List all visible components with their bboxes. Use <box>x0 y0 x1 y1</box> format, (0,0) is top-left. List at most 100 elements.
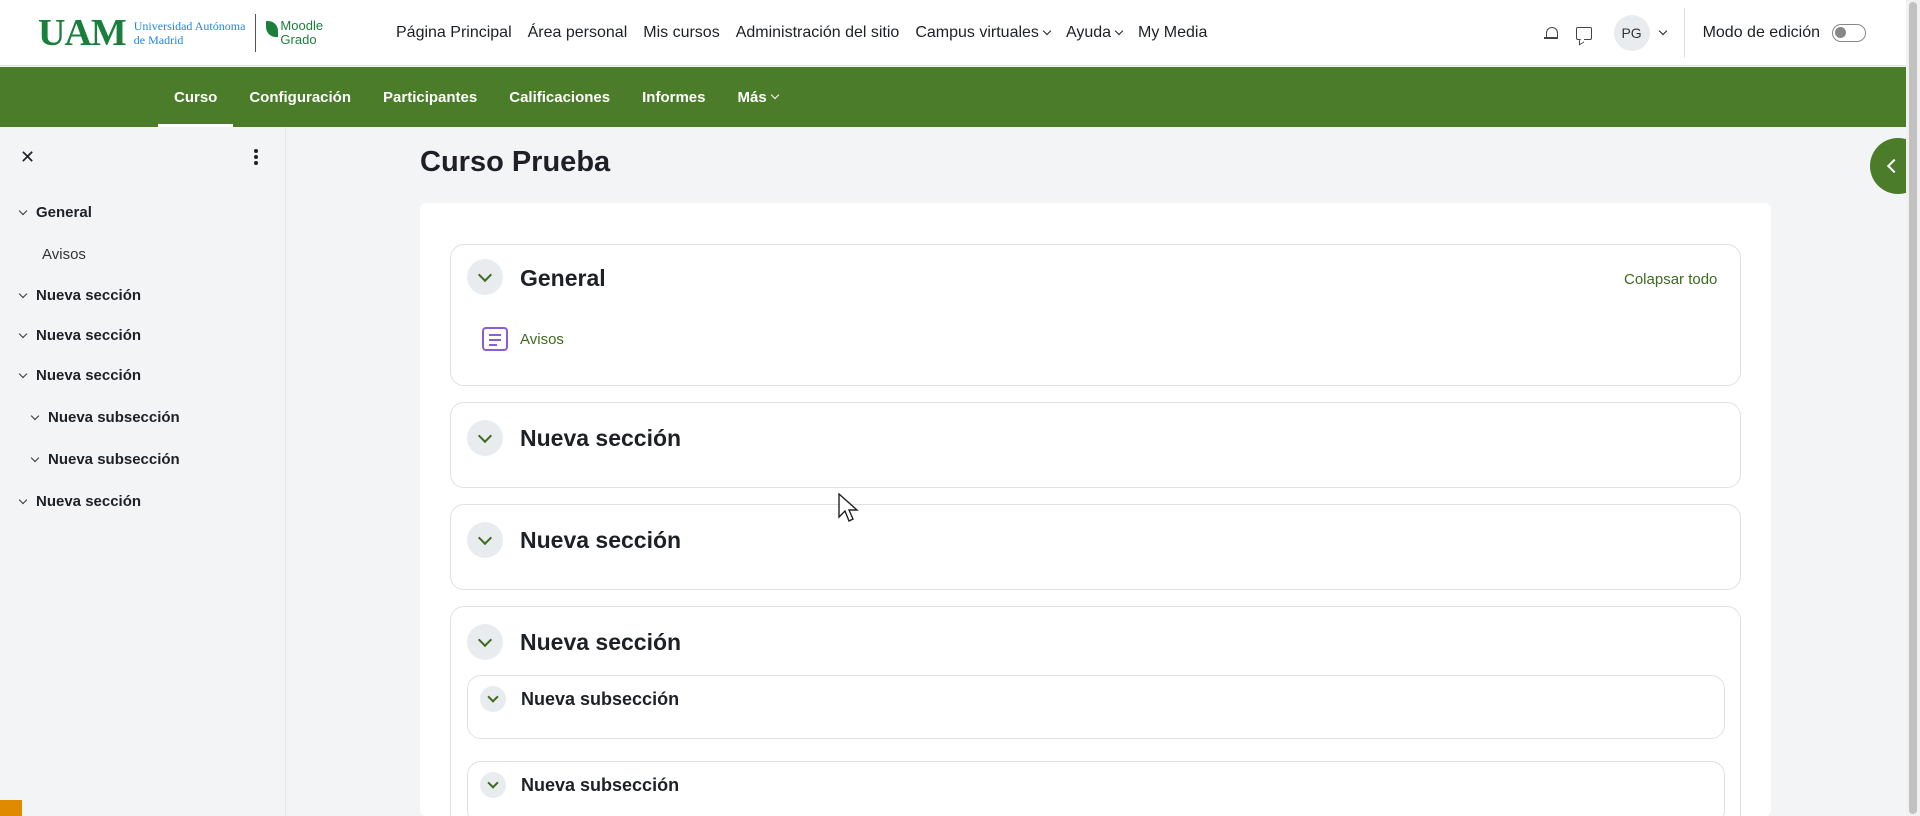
page-title: Curso Prueba <box>420 146 611 178</box>
moodle-line2: Grado <box>280 32 317 47</box>
subsection-title[interactable]: Nueva subsección <box>521 775 679 796</box>
chevron-down-icon[interactable] <box>30 411 40 420</box>
chevron-down-icon <box>1114 26 1124 36</box>
nav-virtual-campus-label: Campus virtuales <box>915 24 1039 41</box>
tab-participants[interactable]: Participantes <box>367 67 493 127</box>
section-collapse-toggle[interactable] <box>467 259 503 295</box>
tab-reports-label: Informes <box>642 88 706 106</box>
university-name-line2: de Madrid <box>133 33 184 47</box>
course-secondary-navigation: Curso Configuración Participantes Califi… <box>0 67 1906 127</box>
nav-my-courses[interactable]: Mis cursos <box>643 24 719 42</box>
scrollbar-thumb[interactable] <box>1909 2 1917 814</box>
nav-site-admin[interactable]: Administración del sitio <box>736 24 900 42</box>
course-index-subsection[interactable]: Nueva subsección <box>30 409 180 426</box>
course-index-section[interactable]: Nueva sección <box>18 327 142 344</box>
section-title[interactable]: Nueva sección <box>520 425 681 452</box>
chevron-down-icon[interactable] <box>18 289 28 298</box>
course-index-label: Nueva sección <box>36 493 142 510</box>
corner-badge <box>0 800 22 816</box>
nav-my-courses-label: Mis cursos <box>643 24 720 41</box>
course-section: Nueva sección <box>450 402 1741 488</box>
moodle-logo: Moodle Grado <box>266 19 323 47</box>
tab-participants-label: Participantes <box>383 88 478 106</box>
course-index-label: Nueva sección <box>36 287 142 304</box>
site-logo[interactable]: UAM Universidad Autónoma de Madrid Moodl… <box>38 10 323 56</box>
notifications-bell-icon[interactable] <box>1543 26 1558 40</box>
top-navbar: UAM Universidad Autónoma de Madrid Moodl… <box>0 0 1906 66</box>
chevron-down-icon[interactable] <box>18 369 28 378</box>
course-index-section[interactable]: Nueva sección <box>18 493 142 510</box>
course-index-label: Nueva subsección <box>48 451 180 468</box>
nav-dashboard[interactable]: Área personal <box>528 24 628 42</box>
activity-forum[interactable]: Avisos <box>482 327 564 351</box>
edit-mode-toggle[interactable] <box>1832 24 1866 42</box>
nav-home[interactable]: Página Principal <box>396 24 512 42</box>
collapse-all-link[interactable]: Colapsar todo <box>1624 271 1717 288</box>
course-index-activity[interactable]: Avisos <box>42 246 86 263</box>
nav-site-admin-label: Administración del sitio <box>735 24 900 41</box>
chevron-down-icon[interactable] <box>30 453 40 462</box>
course-index-drawer: ✕ General Avisos Nueva sección Nueva sec… <box>0 127 286 816</box>
forum-icon <box>482 327 508 351</box>
section-collapse-toggle[interactable] <box>467 624 503 660</box>
course-index-subsection[interactable]: Nueva subsección <box>30 451 180 468</box>
nav-dashboard-label: Área personal <box>527 24 628 41</box>
course-section: Nueva sección <box>450 504 1741 590</box>
course-index-label: Nueva subsección <box>48 409 180 426</box>
section-title[interactable]: General <box>520 265 606 292</box>
moodle-line1: Moodle <box>280 18 324 33</box>
chevron-down-icon <box>1042 26 1052 36</box>
course-index-label: Avisos <box>42 246 86 263</box>
course-index-label: Nueva sección <box>36 327 142 344</box>
subsection-collapse-toggle[interactable] <box>480 686 506 712</box>
activity-name[interactable]: Avisos <box>520 331 564 348</box>
course-index-label: General <box>36 204 92 221</box>
tab-course[interactable]: Curso <box>158 67 234 127</box>
course-subsection: Nueva subsección <box>467 675 1725 739</box>
course-section: Nueva sección Nueva subsección Nueva sub… <box>450 606 1741 816</box>
nav-my-media[interactable]: My Media <box>1138 24 1207 42</box>
tab-grades[interactable]: Calificaciones <box>493 67 626 127</box>
course-subsection: Nueva subsección <box>467 761 1725 816</box>
subsection-collapse-toggle[interactable] <box>480 772 506 798</box>
chevron-down-icon[interactable] <box>18 329 28 338</box>
nav-virtual-campus[interactable]: Campus virtuales <box>915 24 1052 42</box>
edit-mode-label: Modo de edición <box>1702 24 1820 41</box>
section-title[interactable]: Nueva sección <box>520 629 681 656</box>
section-title[interactable]: Nueva sección <box>520 527 681 554</box>
tab-more-label: Más <box>737 88 767 106</box>
tab-reports[interactable]: Informes <box>626 67 721 127</box>
tab-settings[interactable]: Configuración <box>233 67 367 127</box>
chevron-down-icon <box>770 90 779 100</box>
kebab-menu-icon[interactable] <box>254 149 258 165</box>
chevron-down-icon[interactable] <box>18 495 28 504</box>
messages-chat-icon[interactable] <box>1575 26 1592 40</box>
university-name-line1: Universidad Autónoma <box>133 19 246 33</box>
user-avatar[interactable]: PG <box>1613 15 1650 51</box>
page-scrollbar[interactable] <box>1906 0 1920 816</box>
course-index-section[interactable]: General <box>18 204 92 221</box>
tab-more[interactable]: Más <box>721 67 793 127</box>
course-section: General Colapsar todo Avisos <box>450 244 1741 386</box>
close-icon[interactable]: ✕ <box>20 147 35 168</box>
navbar-separator <box>1683 8 1685 58</box>
section-collapse-toggle[interactable] <box>467 420 503 456</box>
nav-my-media-label: My Media <box>1138 24 1208 41</box>
nav-help-label: Ayuda <box>1065 24 1112 41</box>
logo-divider <box>255 14 257 52</box>
chevron-down-icon[interactable] <box>18 206 28 215</box>
course-index-section[interactable]: Nueva sección <box>18 287 142 304</box>
subsection-title[interactable]: Nueva subsección <box>521 689 679 710</box>
nav-help[interactable]: Ayuda <box>1065 24 1124 42</box>
tab-course-label: Curso <box>174 88 218 106</box>
university-name: Universidad Autónoma de Madrid <box>134 19 246 47</box>
nav-home-label: Página Principal <box>396 24 512 41</box>
user-menu-chevron-down-icon[interactable] <box>1658 26 1667 36</box>
course-index-label: Nueva sección <box>36 367 142 384</box>
tab-settings-label: Configuración <box>249 88 352 106</box>
uam-logo-mark: UAM <box>38 12 127 54</box>
moodle-leaf-icon <box>266 21 279 37</box>
user-tools: PG Modo de edición <box>1543 0 1866 66</box>
course-index-section[interactable]: Nueva sección <box>18 367 142 384</box>
section-collapse-toggle[interactable] <box>467 522 503 558</box>
